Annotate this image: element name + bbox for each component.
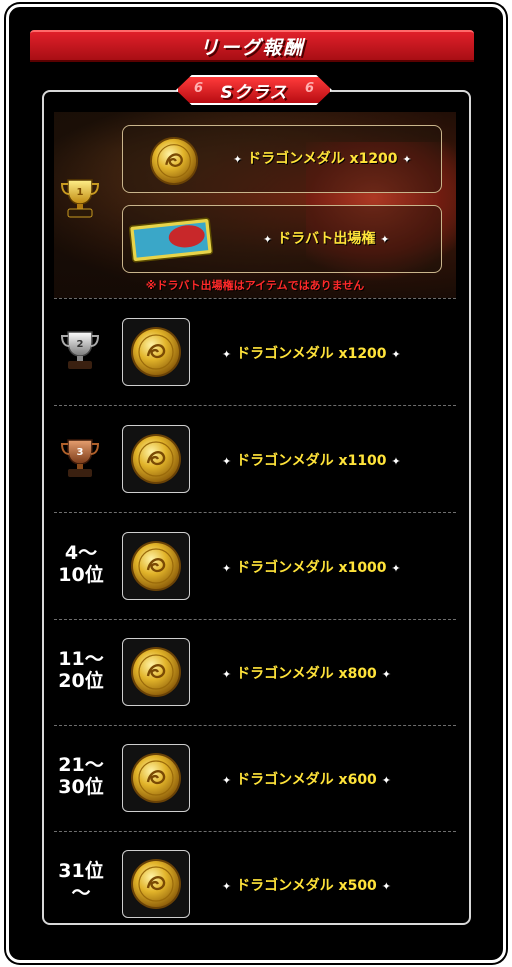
gold-trophy-icon: 1 (60, 179, 100, 218)
reward-icon-frame (122, 744, 190, 812)
dragon-medal-icon (149, 136, 199, 186)
sparkle-icon: ✦ (222, 455, 232, 468)
dragon-medal-icon (130, 646, 182, 698)
reward-label: ドラゴンメダル x600 (236, 772, 377, 788)
dragon-medal-icon (130, 540, 182, 592)
sparkle-icon: ✦ (402, 153, 412, 166)
rank-number: 3 (77, 447, 84, 458)
sparkle-icon: ✦ (381, 774, 391, 787)
dragon-medal-icon (130, 326, 182, 378)
reward-label: ドラゴンメダル x1000 (236, 560, 387, 576)
reward-row-4-10: ✦ ドラゴンメダル x1000 ✦ (222, 557, 401, 577)
sparkle-icon: ✦ (222, 562, 232, 575)
row-divider (54, 405, 456, 406)
reward-label: ドラゴンメダル x500 (236, 878, 377, 894)
rank-range: 4〜 10位 (46, 542, 116, 586)
reward-row-31-plus: ✦ ドラゴンメダル x500 ✦ (222, 875, 391, 895)
row-divider (54, 619, 456, 620)
reward-label: ドラゴンメダル x1200 (236, 346, 387, 362)
reward-icon-frame (122, 532, 190, 600)
sparkle-icon: ✦ (222, 668, 232, 681)
sparkle-icon: ✦ (380, 233, 390, 246)
bronze-trophy-icon: 3 (60, 439, 100, 477)
sparkle-icon: ✦ (381, 880, 391, 893)
dragon-medal-icon (130, 858, 182, 910)
row-divider (54, 831, 456, 832)
reward-icon-frame (122, 850, 190, 918)
reward-icon-frame (122, 318, 190, 386)
sparkle-icon: ✦ (391, 348, 401, 361)
battle-ticket-icon (129, 217, 213, 263)
page-title: リーグ報酬 (199, 36, 305, 59)
rank-range: 21〜 30位 (46, 754, 116, 798)
reward-row-2: ✦ ドラゴンメダル x1200 ✦ (222, 343, 401, 363)
reward-icon-frame (122, 638, 190, 706)
sparkle-icon: ✦ (263, 233, 273, 246)
rank-line: 〜 (71, 882, 91, 904)
rank-line: 10位 (58, 564, 104, 586)
rank-line: 4〜 (64, 542, 98, 564)
first-reward-ticket: ✦ ドラバト出場権 ✦ (122, 205, 442, 273)
class-label: Sクラス (220, 82, 288, 103)
row-divider (54, 725, 456, 726)
rank-line: 11〜 (58, 648, 104, 670)
reward-icon-frame (122, 425, 190, 493)
sparkle-icon: ✦ (222, 880, 232, 893)
row-divider (54, 512, 456, 513)
sparkle-icon: ✦ (222, 774, 232, 787)
reward-row-3: ✦ ドラゴンメダル x1100 ✦ (222, 450, 401, 470)
silver-trophy-icon: 2 (60, 331, 100, 369)
rank-number: 1 (77, 187, 84, 198)
ticket-note: ※ドラバト出場権はアイテムではありません (145, 279, 365, 292)
dragon-medal-icon (130, 752, 182, 804)
reward-row-11-20: ✦ ドラゴンメダル x800 ✦ (222, 663, 391, 683)
badge-left-mark: 6 (194, 81, 204, 96)
first-reward-medal: ✦ ドラゴンメダル x1200 ✦ (122, 125, 442, 193)
sparkle-icon: ✦ (381, 668, 391, 681)
title-bar: リーグ報酬 (30, 30, 474, 62)
reward-row-21-30: ✦ ドラゴンメダル x600 ✦ (222, 769, 391, 789)
class-badge: 6 Sクラス 6 (176, 75, 332, 105)
sparkle-icon: ✦ (391, 562, 401, 575)
reward-label: ドラゴンメダル x1100 (236, 453, 387, 469)
rank-range: 31位 〜 (46, 860, 116, 904)
sparkle-icon: ✦ (222, 348, 232, 361)
reward-label: ドラバト出場権 (277, 231, 376, 247)
rank-line: 21〜 (58, 754, 104, 776)
reward-label: ドラゴンメダル x800 (236, 666, 377, 682)
row-divider (54, 298, 456, 299)
badge-right-mark: 6 (304, 81, 314, 96)
sparkle-icon: ✦ (391, 455, 401, 468)
rank-line: 31位 (58, 860, 104, 882)
rank-line: 20位 (58, 670, 104, 692)
rank-number: 2 (77, 339, 84, 350)
reward-label: ドラゴンメダル x1200 (247, 151, 398, 167)
dragon-medal-icon (130, 433, 182, 485)
rank-line: 30位 (58, 776, 104, 798)
rank-range: 11〜 20位 (46, 648, 116, 692)
sparkle-icon: ✦ (233, 153, 243, 166)
